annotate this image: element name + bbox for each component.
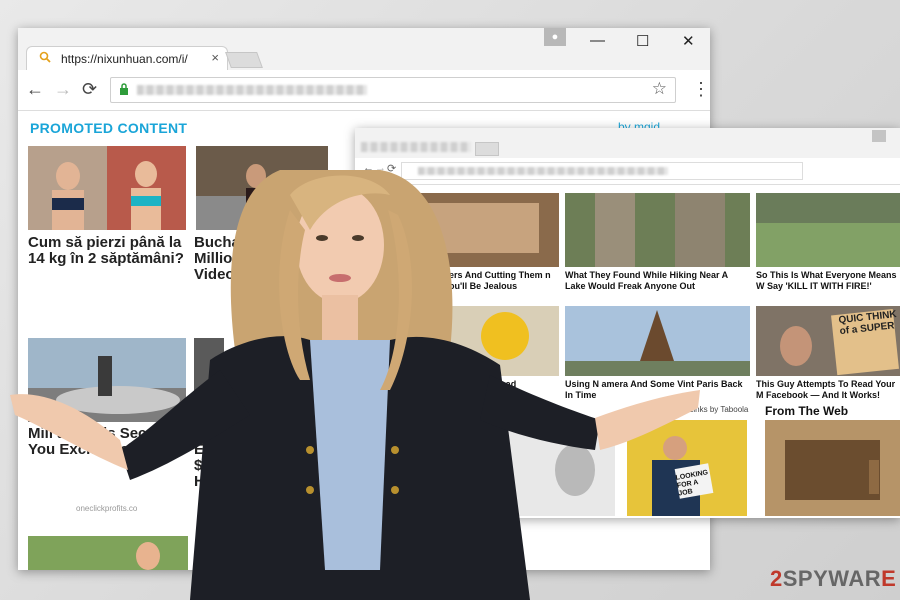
menu-icon[interactable]: ⋮: [692, 79, 710, 100]
forward-button[interactable]: →: [54, 79, 72, 100]
blurred-url: [137, 85, 367, 95]
browser-tab[interactable]: https://nixunhuan.com/i/ ×: [26, 46, 228, 71]
reload-button[interactable]: ⟳: [82, 79, 97, 100]
logo-tail: E: [881, 566, 897, 591]
close-button[interactable]: ✕: [682, 32, 695, 50]
back-button[interactable]: ←: [26, 79, 44, 100]
title-bar: https://nixunhuan.com/i/ × ● — ☐ ✕: [18, 28, 710, 71]
logo-two: 2: [770, 566, 783, 591]
presenter-woman-image: [10, 170, 700, 600]
tab-close-button[interactable]: ×: [211, 50, 219, 65]
search-icon: [39, 51, 51, 63]
2spyware-logo: 2SPYWARE: [770, 566, 896, 592]
browser-toolbar: ← → ⟳ ☆ ⋮: [18, 70, 710, 111]
promoted-content-label: PROMOTED CONTENT: [30, 120, 188, 136]
minimize-button[interactable]: —: [590, 32, 605, 49]
from-the-web-heading: From The Web: [765, 404, 849, 418]
address-bar[interactable]: ☆: [110, 77, 676, 103]
profile-icon[interactable]: [872, 130, 886, 142]
lock-icon: [120, 83, 128, 95]
tab-title: https://nixunhuan.com/i/: [61, 52, 188, 66]
ad-caption[interactable]: So This Is What Everyone Means W Say 'KI…: [756, 270, 900, 292]
logo-text: SPYWAR: [782, 566, 882, 591]
new-tab-button[interactable]: [225, 52, 263, 68]
ad-image[interactable]: [765, 420, 900, 516]
bookmark-star-icon[interactable]: ☆: [652, 79, 667, 99]
profile-icon[interactable]: ●: [544, 28, 566, 46]
ad-image[interactable]: [756, 193, 900, 267]
ad-caption[interactable]: This Guy Attempts To Read Your M Faceboo…: [756, 379, 900, 401]
maximize-button[interactable]: ☐: [636, 32, 649, 50]
